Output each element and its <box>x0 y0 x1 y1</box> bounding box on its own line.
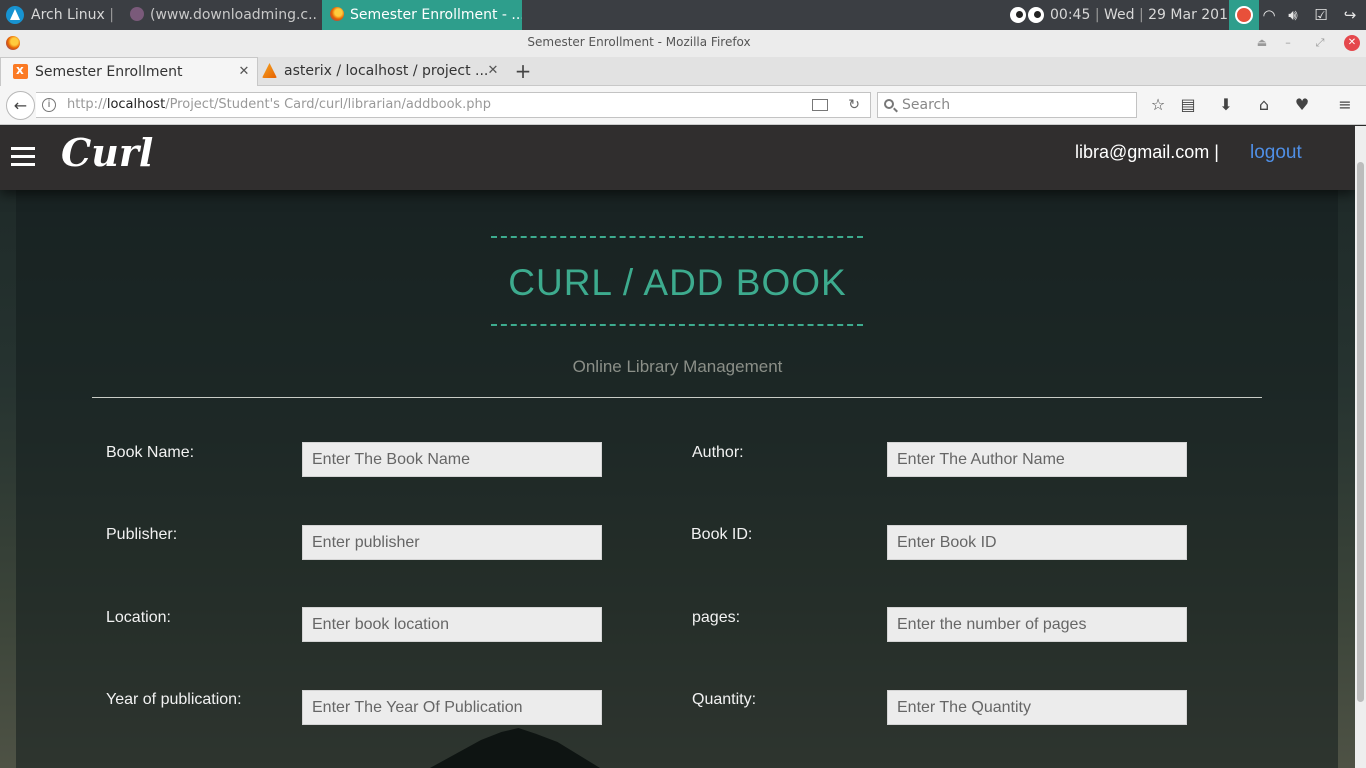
search-placeholder: Search <box>902 97 951 113</box>
search-bar[interactable]: Search <box>877 92 1137 118</box>
taskbar-title-text: Arch Linux <box>31 7 105 23</box>
bookmark-star-icon[interactable]: ☆ <box>1147 94 1169 116</box>
clock-day: Wed <box>1103 7 1135 23</box>
pocket-icon[interactable]: ♥ <box>1291 94 1313 116</box>
xampp-icon <box>13 58 28 84</box>
arch-logo-icon[interactable] <box>6 6 24 24</box>
reading-list-icon[interactable]: ▤ <box>1177 94 1199 116</box>
phpmyadmin-icon <box>262 63 277 78</box>
downloads-icon[interactable]: ⬇ <box>1215 94 1237 116</box>
location-input[interactable] <box>302 607 602 642</box>
close-window-icon[interactable]: ✕ <box>1344 35 1360 51</box>
site-header: Curl libra@gmail.com | logout <box>0 126 1355 190</box>
taskbar-clock[interactable]: 00:45 | Wed | 29 Mar 2017 <box>1050 0 1237 30</box>
navigation-toolbar: i http://localhost/Project/Student's Car… <box>0 86 1366 125</box>
pages-input[interactable] <box>887 607 1187 642</box>
os-taskbar: Arch Linux | (www.downloadming.c... Seme… <box>0 0 1366 30</box>
url-bar[interactable]: i http://localhost/Project/Student's Car… <box>36 92 871 118</box>
clock-time: 00:45 <box>1050 7 1091 23</box>
xeyes-icon <box>1010 7 1046 23</box>
year-of-publication-input[interactable] <box>302 690 602 725</box>
year-of-publication-label: Year of publication: <box>106 691 242 708</box>
close-tab-icon[interactable]: ✕ <box>486 57 500 85</box>
book-id-input[interactable] <box>887 525 1187 560</box>
quantity-input[interactable] <box>887 690 1187 725</box>
pages-label: pages: <box>692 609 741 626</box>
publisher-input[interactable] <box>302 525 602 560</box>
clock-date: 29 Mar 2017 <box>1148 7 1237 23</box>
reload-icon[interactable]: ↻ <box>848 93 860 117</box>
back-button[interactable]: ← <box>6 91 35 120</box>
divider <box>92 397 1262 398</box>
book-name-label: Book Name: <box>106 444 195 461</box>
url-text: http://localhost/Project/Student's Card/… <box>67 97 491 112</box>
title-dashed-divider <box>491 324 863 326</box>
page-title: CURL / ADD BOOK <box>508 262 847 303</box>
scrollbar-thumb[interactable] <box>1357 162 1364 702</box>
taskbar-separator: | <box>109 7 114 23</box>
tab-phpmyadmin[interactable]: asterix / localhost / project ... ✕ <box>258 57 508 86</box>
taskbar-window-label: Semester Enrollment - ... <box>350 7 522 23</box>
status-icon <box>1235 6 1253 24</box>
minimize-window-icon[interactable]: – <box>1280 35 1296 51</box>
browser-app-icon <box>130 7 144 21</box>
tab-bar: Semester Enrollment ✕ asterix / localhos… <box>0 57 1366 86</box>
close-tab-icon[interactable]: ✕ <box>237 58 251 86</box>
tab-label: asterix / localhost / project ... <box>284 63 489 79</box>
taskbar-title: Arch Linux | <box>31 0 114 30</box>
site-logo[interactable]: Curl <box>61 130 153 175</box>
new-tab-button[interactable]: + <box>512 57 534 86</box>
shade-window-icon[interactable]: ⏏ <box>1254 35 1270 51</box>
location-label: Location: <box>106 609 171 626</box>
logout-link[interactable]: logout <box>1250 142 1302 164</box>
home-icon[interactable]: ⌂ <box>1253 94 1275 116</box>
window-titlebar: Semester Enrollment - Mozilla Firefox ⏏ … <box>0 30 1366 57</box>
book-id-label: Book ID: <box>691 526 753 543</box>
window-title: Semester Enrollment - Mozilla Firefox <box>527 35 751 49</box>
volume-icon[interactable]: 🔊︎ <box>1283 5 1303 25</box>
menu-icon[interactable]: ≡ <box>1334 94 1356 116</box>
wifi-icon[interactable]: ◠ <box>1259 5 1279 25</box>
publisher-label: Publisher: <box>106 526 178 543</box>
search-icon <box>884 99 894 109</box>
quantity-label: Quantity: <box>692 691 757 708</box>
firefox-icon <box>330 7 344 21</box>
title-dashed-divider <box>491 236 863 238</box>
page-subtitle: Online Library Management <box>572 357 783 376</box>
clipboard-icon[interactable]: ☑ <box>1311 5 1331 25</box>
author-input[interactable] <box>887 442 1187 477</box>
logout-icon[interactable]: ↪ <box>1340 5 1360 25</box>
maximize-window-icon[interactable]: ⤢ <box>1312 35 1328 51</box>
taskbar-window-downloadming[interactable]: (www.downloadming.c... <box>118 0 318 30</box>
taskbar-window-label: (www.downloadming.c... <box>150 7 318 23</box>
tray-active-app[interactable] <box>1229 0 1259 30</box>
taskbar-window-semester-enrollment[interactable]: Semester Enrollment - ... <box>322 0 522 30</box>
hamburger-menu-icon[interactable] <box>11 147 35 167</box>
tab-label: Semester Enrollment <box>35 64 183 80</box>
book-name-input[interactable] <box>302 442 602 477</box>
user-email: libra@gmail.com | <box>1075 142 1219 162</box>
author-label: Author: <box>692 444 744 461</box>
web-page: CURL / ADD BOOK Online Library Managemen… <box>0 126 1355 768</box>
reader-view-icon[interactable] <box>812 99 828 111</box>
info-icon[interactable]: i <box>42 98 56 112</box>
tab-semester-enrollment[interactable]: Semester Enrollment ✕ <box>0 57 258 86</box>
